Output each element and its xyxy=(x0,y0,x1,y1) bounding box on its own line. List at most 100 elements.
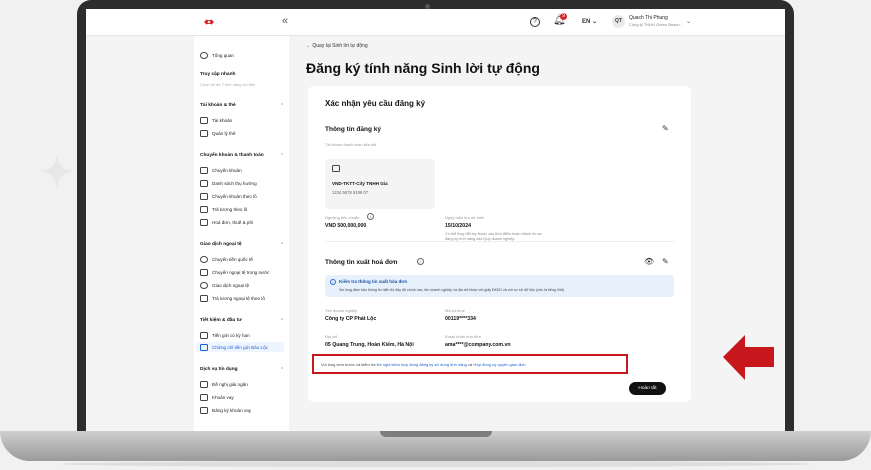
overview-icon xyxy=(200,52,208,59)
sidebar-item-label: Giao dịch ngoại tệ xyxy=(212,283,250,288)
sidebar-item-beneficiaries[interactable]: Danh sách thụ hưởng xyxy=(200,180,257,187)
sidebar-item-loan-register[interactable]: Đăng ký khoản vay xyxy=(200,407,251,414)
sidebar-item-intl-transfer[interactable]: Chuyển tiền quốc tế xyxy=(200,256,253,263)
sidebar-item-domestic-fx[interactable]: Chuyển ngoại tệ trong nước xyxy=(200,269,269,276)
disbursement-icon xyxy=(200,381,208,388)
company-label: Tên doanh nghiệp xyxy=(325,308,358,313)
info-icon[interactable]: i xyxy=(417,258,424,265)
sidebar-group-fx[interactable]: Giao dịch ngoại tệ xyxy=(200,242,242,247)
account-name: VND-TKTT-City TNHH Gia xyxy=(332,181,388,186)
sidebar-item-bills[interactable]: Hoá đơn, thuế & phí xyxy=(200,219,253,226)
section-divider xyxy=(325,241,674,242)
terms-link-registration[interactable]: Đề nghị kiêm hợp đồng đăng ký sử dụng tí… xyxy=(377,362,467,367)
invoice-section-title: Thông tin xuất hoá đơn xyxy=(325,259,398,266)
sidebar-item-label: Tổng quan xyxy=(212,53,234,58)
sidebar-item-fx-payroll[interactable]: Trả lương ngoại tệ theo lô xyxy=(200,295,265,302)
quick-access-hint: Chọn tối đa 7 tính năng ưu tiên xyxy=(200,82,256,87)
sidebar-item-overview[interactable]: Tổng quan xyxy=(200,52,234,59)
user-name[interactable]: Quach Thi Phung xyxy=(629,15,668,21)
sidebar-item-label: Đề nghị giải ngân xyxy=(212,382,248,387)
effective-date-note: Có thể thay đổi tùy thuộc vào thời điểm … xyxy=(445,232,542,236)
page-title: Đăng ký tính năng Sinh lời tự động xyxy=(306,60,540,76)
avatar[interactable]: QT xyxy=(612,15,625,28)
chevron-up-icon[interactable]: ⌃ xyxy=(280,103,284,109)
account-number: 1234 5678 9198 07 xyxy=(332,190,369,195)
payroll-icon xyxy=(200,206,208,213)
exchange-icon xyxy=(200,269,208,276)
laptop-notch xyxy=(380,431,492,437)
threshold-value: VND 500,000,000 xyxy=(325,223,367,229)
sidebar-item-term-deposit[interactable]: Tiền gửi có kỳ hạn xyxy=(200,332,250,339)
terms-notice: Vui lòng xem trước và kiểm tra Đề nghị k… xyxy=(312,354,628,374)
address-value: 05 Quang Trung, Hoàn Kiếm, Hà Nội xyxy=(325,342,414,348)
sidebar-item-label: Chuyển tiền quốc tế xyxy=(212,257,253,262)
register-icon xyxy=(200,407,208,414)
sidebar-item-transfer[interactable]: Chuyển khoản xyxy=(200,167,242,174)
laptop-screen: « ? 🔔︎ 9 EN ⌄ QT Quach Thi Phung Công ty… xyxy=(86,9,785,434)
collapse-sidebar-icon[interactable]: « xyxy=(282,15,288,27)
effective-date-label: Ngày hiệu lực dự kiến xyxy=(445,215,485,220)
tax-label: Mã số thuế xyxy=(445,308,465,313)
payroll-icon xyxy=(200,295,208,302)
transfer-icon xyxy=(200,167,208,174)
language-selector[interactable]: EN ⌄ xyxy=(582,18,597,25)
invoice-info-banner: i Kiểm tra thông tin xuất hóa đơn Vui lò… xyxy=(325,275,674,297)
help-icon[interactable]: ? xyxy=(530,17,540,27)
sidebar-item-label: Trả lương theo lô xyxy=(212,207,248,212)
sidebar-group-transfers[interactable]: Chuyển khoản & thanh toán xyxy=(200,153,264,158)
sidebar-item-label: Quản lý thẻ xyxy=(212,131,236,136)
source-account-label: Tài khoản thanh toán liên kết xyxy=(325,142,377,147)
chevron-up-icon[interactable]: ⌃ xyxy=(280,242,284,248)
chevron-up-icon[interactable]: ⌃ xyxy=(280,153,284,159)
chevron-up-icon[interactable]: ⌃ xyxy=(280,367,284,373)
banner-title: Kiểm tra thông tin xuất hóa đơn xyxy=(339,279,408,284)
laptop-shadow xyxy=(60,461,811,467)
sidebar-item-fx-trade[interactable]: Giao dịch ngoại tệ xyxy=(200,282,249,289)
email-label: Email nhận hóa đơn xyxy=(445,334,481,339)
effective-date-value: 15/10/2024 xyxy=(445,223,471,229)
edit-registration-icon[interactable]: ✎ xyxy=(662,124,669,133)
background-watermark: ✦ xyxy=(40,150,74,196)
terms-text: Vui lòng xem trước và kiểm tra Đề nghị k… xyxy=(321,362,526,367)
terms-link-authorization[interactable]: Hợp đồng uỷ quyền giao dịch xyxy=(473,362,525,367)
sidebar-item-disbursement[interactable]: Đề nghị giải ngân xyxy=(200,381,248,388)
terms-prefix: Vui lòng xem trước và kiểm tra xyxy=(321,362,377,367)
sidebar: Tổng quan Truy cập nhanh Chọn tối đa 7 t… xyxy=(194,36,289,434)
sidebar-item-loans[interactable]: Khoản vay xyxy=(200,394,234,401)
sidebar-group-accounts[interactable]: Tài khoản & thẻ xyxy=(200,103,236,108)
edit-invoice-icon[interactable]: ✎ xyxy=(662,257,669,266)
card-icon xyxy=(200,130,208,137)
info-icon[interactable]: i xyxy=(367,213,374,220)
sidebar-item-certificate[interactable]: Chứng chỉ tiền gửi Bảo Lộc xyxy=(200,344,268,351)
batch-icon xyxy=(200,193,208,200)
address-label: Địa chỉ xyxy=(325,334,338,339)
bank-icon xyxy=(200,117,208,124)
sidebar-item-label: Tài khoản xyxy=(212,118,233,123)
submit-button[interactable]: Hoàn tất xyxy=(629,382,666,395)
back-link[interactable]: ← Quay lại Sinh lời tự động xyxy=(306,43,368,49)
globe-icon xyxy=(200,256,208,263)
account-box: VND-TKTT-City TNHH Gia 1234 5678 9198 07 xyxy=(325,159,435,209)
info-icon: i xyxy=(330,279,336,285)
chevron-down-icon[interactable]: ⌄ xyxy=(686,18,691,25)
sidebar-group-credit[interactable]: Dịch vụ tín dụng xyxy=(200,367,238,372)
sidebar-item-label: Chuyển khoản theo lô xyxy=(212,194,257,199)
sidebar-item-batch-transfer[interactable]: Chuyển khoản theo lô xyxy=(200,193,257,200)
eye-icon[interactable]: 👁︎ xyxy=(644,257,654,266)
sidebar-item-accounts[interactable]: Tài khoản xyxy=(200,117,232,124)
company-value: Công ty CP Phát Lộc xyxy=(325,316,377,322)
sidebar-group-savings[interactable]: Tiết kiệm & đầu tư xyxy=(200,318,242,323)
notification-badge: 9 xyxy=(560,13,567,20)
sidebar-item-label: Chuyển ngoại tệ trong nước xyxy=(212,270,270,275)
chevron-up-icon[interactable]: ⌃ xyxy=(280,318,284,324)
threshold-label: Ngưỡng tiêu chuẩn xyxy=(325,215,360,220)
company-name: Công ty TNHH Green Beach... xyxy=(629,22,683,27)
sidebar-item-cards[interactable]: Quản lý thẻ xyxy=(200,130,236,137)
top-bar: « ? 🔔︎ 9 EN ⌄ QT Quach Thi Phung Công ty… xyxy=(86,9,785,36)
sidebar-item-batch-payroll[interactable]: Trả lương theo lô xyxy=(200,206,247,213)
fx-icon xyxy=(200,282,208,289)
callout-arrow-icon xyxy=(723,335,774,380)
card-title: Xác nhận yêu cầu đăng ký xyxy=(325,99,426,108)
registration-section-title: Thông tin đăng ký xyxy=(325,126,381,133)
email-value: ama****@company.com.vn xyxy=(445,342,511,348)
